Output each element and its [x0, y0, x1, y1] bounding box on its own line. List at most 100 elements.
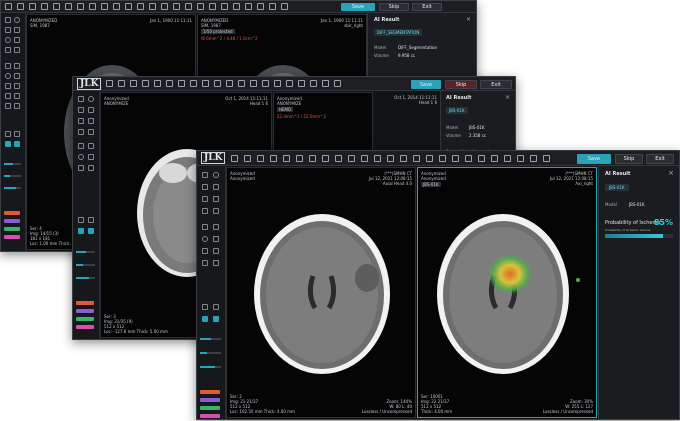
- tool-icon[interactable]: [274, 80, 282, 87]
- tool-icon[interactable]: [78, 118, 84, 124]
- tool-icon[interactable]: [238, 80, 246, 87]
- tool-icon[interactable]: [5, 17, 11, 23]
- label-swatch[interactable]: [76, 325, 94, 329]
- redo-icon[interactable]: [213, 304, 219, 310]
- exit-button[interactable]: Exit: [646, 154, 674, 164]
- tool-icon[interactable]: [543, 154, 551, 162]
- tool-icon[interactable]: [14, 93, 20, 99]
- tool-icon[interactable]: [202, 236, 208, 242]
- tool-icon[interactable]: [491, 154, 499, 162]
- save-button[interactable]: Save: [411, 80, 441, 89]
- tool-icon[interactable]: [88, 107, 94, 113]
- tool-icon[interactable]: [286, 80, 294, 87]
- viewport-right[interactable]: Anonymized Anonymized JBS-01K (***)SMHN …: [417, 167, 597, 418]
- tool-icon[interactable]: [213, 208, 219, 214]
- tool-icon[interactable]: [244, 154, 252, 162]
- tool-icon[interactable]: [262, 80, 270, 87]
- label-swatch[interactable]: [200, 398, 220, 402]
- tool-icon[interactable]: [78, 129, 84, 135]
- tool-icon[interactable]: [233, 3, 240, 10]
- tool-icon[interactable]: [202, 208, 208, 214]
- tool-icon[interactable]: [14, 141, 20, 147]
- tool-icon[interactable]: [142, 80, 150, 87]
- tool-icon[interactable]: [14, 17, 20, 23]
- tool-icon[interactable]: [374, 154, 382, 162]
- opacity-slider[interactable]: [76, 264, 95, 266]
- tool-icon[interactable]: [14, 103, 20, 109]
- tool-icon[interactable]: [348, 154, 356, 162]
- tool-icon[interactable]: [270, 154, 278, 162]
- tool-icon[interactable]: [78, 107, 84, 113]
- tool-icon[interactable]: [296, 154, 304, 162]
- tool-icon[interactable]: [197, 3, 204, 10]
- tool-icon[interactable]: [190, 80, 198, 87]
- tool-icon[interactable]: [413, 154, 421, 162]
- tool-icon[interactable]: [209, 3, 216, 10]
- tool-icon[interactable]: [5, 73, 11, 79]
- tool-icon[interactable]: [439, 154, 447, 162]
- tool-icon[interactable]: [245, 3, 252, 10]
- tool-icon[interactable]: [130, 80, 138, 87]
- tool-icon[interactable]: [5, 47, 11, 53]
- panel-tab[interactable]: JBS-01K: [446, 107, 468, 114]
- tool-icon[interactable]: [173, 3, 180, 10]
- tool-icon[interactable]: [214, 80, 222, 87]
- tool-icon[interactable]: [387, 154, 395, 162]
- panel-tab[interactable]: JBS-01K: [605, 184, 629, 191]
- tool-icon[interactable]: [125, 3, 132, 10]
- undo-icon[interactable]: [202, 304, 208, 310]
- tool-icon[interactable]: [53, 3, 60, 10]
- tool-icon[interactable]: [101, 3, 108, 10]
- skip-button[interactable]: Skip: [615, 154, 643, 164]
- tool-icon[interactable]: [5, 3, 12, 10]
- tool-icon[interactable]: [185, 3, 192, 10]
- tool-icon[interactable]: [78, 96, 84, 102]
- tool-icon[interactable]: [5, 27, 11, 33]
- tool-icon[interactable]: [310, 80, 318, 87]
- tool-icon[interactable]: [14, 47, 20, 53]
- brush-slider[interactable]: [76, 251, 95, 253]
- tool-icon[interactable]: [118, 80, 126, 87]
- label-swatch[interactable]: [4, 235, 20, 239]
- tool-icon[interactable]: [298, 80, 306, 87]
- tool-icon[interactable]: [88, 165, 94, 171]
- save-button[interactable]: Save: [341, 3, 375, 11]
- tool-icon[interactable]: [452, 154, 460, 162]
- tool-icon[interactable]: [283, 154, 291, 162]
- tool-icon[interactable]: [202, 224, 208, 230]
- label-swatch[interactable]: [4, 219, 20, 223]
- tool-icon[interactable]: [226, 80, 234, 87]
- redo-icon[interactable]: [14, 131, 20, 137]
- tool-icon[interactable]: [213, 236, 219, 242]
- tool-icon[interactable]: [88, 154, 94, 160]
- close-icon[interactable]: ×: [668, 169, 674, 177]
- exit-button[interactable]: Exit: [412, 3, 442, 11]
- tool-icon[interactable]: [41, 3, 48, 10]
- tool-icon[interactable]: [178, 80, 186, 87]
- tool-icon[interactable]: [17, 3, 24, 10]
- label-swatch[interactable]: [200, 414, 220, 418]
- redo-icon[interactable]: [88, 217, 94, 223]
- tool-icon[interactable]: [478, 154, 486, 162]
- tool-icon[interactable]: [88, 129, 94, 135]
- tool-icon[interactable]: [161, 3, 168, 10]
- label-swatch[interactable]: [4, 227, 20, 231]
- tool-icon[interactable]: [426, 154, 434, 162]
- tool-icon[interactable]: [166, 80, 174, 87]
- tool-icon[interactable]: [530, 154, 538, 162]
- tool-icon[interactable]: [335, 154, 343, 162]
- viewport-left[interactable]: Anonymized Anonymized (***)SMHN CT Jul 1…: [226, 167, 416, 418]
- tool-icon[interactable]: [309, 154, 317, 162]
- close-icon[interactable]: ×: [466, 16, 471, 23]
- tool-icon[interactable]: [257, 3, 264, 10]
- smooth-slider[interactable]: [4, 187, 21, 189]
- skip-button[interactable]: Skip: [379, 3, 409, 11]
- label-swatch[interactable]: [76, 301, 94, 305]
- tool-icon[interactable]: [322, 154, 330, 162]
- tool-icon[interactable]: [257, 154, 265, 162]
- tool-icon[interactable]: [78, 154, 84, 160]
- tool-icon[interactable]: [113, 3, 120, 10]
- opacity-slider[interactable]: [4, 175, 21, 177]
- label-swatch[interactable]: [200, 390, 220, 394]
- tool-icon[interactable]: [137, 3, 144, 10]
